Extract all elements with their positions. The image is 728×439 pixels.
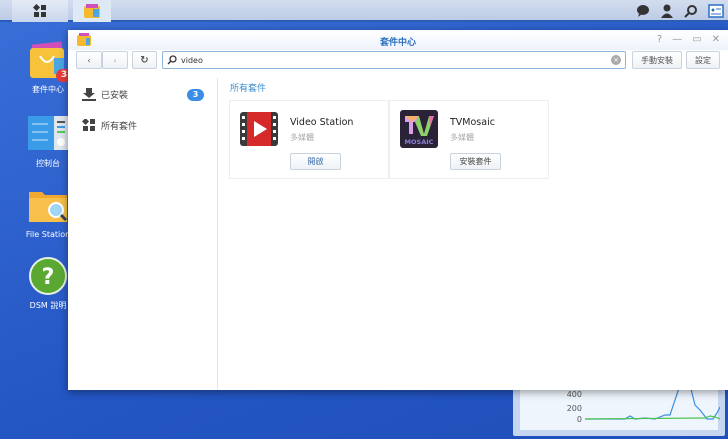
clear-search-icon[interactable]: × [611, 55, 621, 65]
package-category: 多媒體 [450, 133, 474, 142]
package-card-video-station[interactable]: Video Station 多媒體 開啟 [229, 100, 389, 179]
logo-text: MOSAIC [405, 138, 434, 146]
y-label: 200 [566, 404, 582, 413]
forward-button[interactable]: › [102, 51, 128, 69]
window-titlebar[interactable]: 套件中心 ? — ▭ ✕ [68, 30, 728, 50]
window-title: 套件中心 [379, 38, 416, 48]
video-station-logo [240, 112, 278, 146]
y-label: 0 [576, 415, 582, 424]
chevron-right-icon: › [113, 55, 117, 65]
search-icon [167, 55, 177, 65]
taskbar-package-center[interactable] [73, 0, 111, 22]
toolbar: ‹ › ↻ video × 手動安裝 設定 [68, 50, 728, 70]
sidebar-item-installed[interactable]: 已安裝 3 [82, 88, 204, 101]
sidebar-item-label: 所有套件 [101, 122, 138, 132]
maximize-icon[interactable]: ▭ [692, 34, 701, 45]
package-name: TVMosaic [450, 117, 495, 128]
tvmosaic-logo: MOSAIC [400, 110, 438, 148]
install-button[interactable]: 安裝套件 [450, 153, 501, 170]
main-content: 所有套件 Video Station 多媒體 開啟 MOSAIC TVMosai… [218, 78, 728, 390]
package-card-tvmosaic[interactable]: MOSAIC TVMosaic 多媒體 安裝套件 [389, 100, 549, 179]
refresh-icon: ↻ [140, 54, 149, 66]
user-icon[interactable] [660, 4, 674, 18]
package-category: 多媒體 [290, 133, 314, 142]
grid-icon [82, 119, 95, 131]
folder-icon [29, 192, 68, 222]
open-button[interactable]: 開啟 [290, 153, 341, 170]
series-line-green [585, 415, 720, 420]
chat-icon[interactable] [636, 4, 650, 18]
search-icon[interactable] [684, 4, 698, 18]
svg-text:?: ? [42, 265, 55, 290]
refresh-button[interactable]: ↻ [132, 51, 157, 69]
installed-count-badge: 3 [187, 88, 204, 101]
manual-install-button[interactable]: 手動安裝 [632, 51, 682, 69]
main-menu-icon [33, 4, 46, 17]
taskbar [0, 0, 728, 22]
settings-button[interactable]: 設定 [686, 51, 720, 69]
y-label: 400 [566, 390, 582, 399]
package-name: Video Station [290, 117, 354, 128]
download-icon [82, 88, 96, 101]
close-icon[interactable]: ✕ [712, 34, 720, 45]
widgets-icon[interactable] [708, 4, 724, 18]
help-icon[interactable]: ? [657, 34, 662, 45]
help-icon: ? [29, 257, 67, 295]
control-panel-icon [28, 116, 68, 150]
search-value: video [181, 55, 203, 65]
minimize-icon[interactable]: — [672, 34, 682, 45]
back-button[interactable]: ‹ [76, 51, 102, 69]
section-title: 所有套件 [230, 84, 267, 94]
sidebar-item-all-packages[interactable]: 所有套件 [82, 119, 204, 132]
chevron-left-icon: ‹ [87, 55, 91, 65]
sidebar-item-label: 已安裝 [101, 91, 129, 101]
usage-chart [585, 385, 720, 420]
package-center-window: 套件中心 ? — ▭ ✕ ‹ › ↻ video × 手動安裝 設定 已安裝 3 所有… [68, 30, 728, 390]
main-menu-button[interactable] [12, 0, 68, 22]
sidebar: 已安裝 3 所有套件 [68, 78, 218, 390]
resource-monitor-widget: 400 200 0 [513, 385, 725, 436]
package-center-icon [84, 4, 100, 18]
search-input[interactable]: video × [162, 51, 626, 69]
series-line-blue [585, 385, 720, 420]
